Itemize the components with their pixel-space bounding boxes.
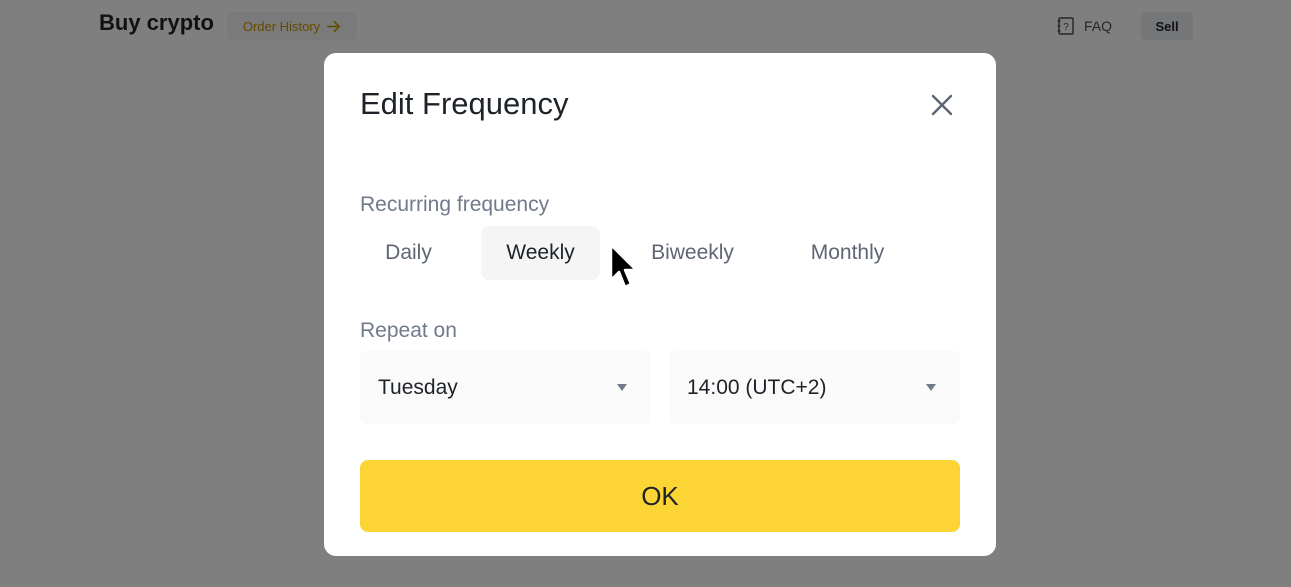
mouse-pointer-icon	[609, 243, 638, 289]
frequency-tabs: Daily Weekly Biweekly Monthly	[360, 226, 960, 280]
caret-down-icon	[926, 384, 936, 391]
frequency-option-monthly[interactable]: Monthly	[789, 226, 906, 280]
frequency-option-biweekly[interactable]: Biweekly	[625, 226, 760, 280]
day-select[interactable]: Tuesday	[360, 351, 651, 424]
recurring-frequency-label: Recurring frequency	[360, 193, 550, 216]
time-select[interactable]: 14:00 (UTC+2)	[669, 351, 960, 424]
repeat-on-label: Repeat on	[360, 319, 457, 342]
edit-frequency-modal: Edit Frequency Recurring frequency Daily…	[324, 53, 996, 556]
frequency-option-daily[interactable]: Daily	[360, 226, 457, 280]
close-button[interactable]	[924, 87, 960, 123]
day-select-value: Tuesday	[378, 375, 458, 399]
caret-down-icon	[617, 384, 627, 391]
modal-title: Edit Frequency	[360, 86, 569, 121]
time-select-value: 14:00 (UTC+2)	[687, 375, 827, 399]
frequency-option-weekly[interactable]: Weekly	[481, 226, 600, 280]
close-icon	[931, 94, 953, 116]
ok-button[interactable]: OK	[360, 460, 960, 532]
